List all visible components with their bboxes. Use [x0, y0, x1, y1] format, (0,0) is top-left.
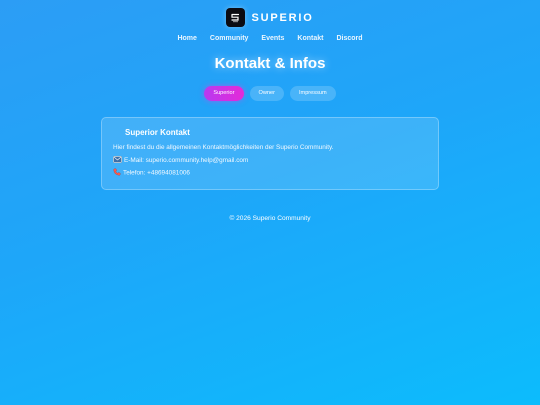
nav-home[interactable]: Home [177, 35, 196, 42]
phone-text[interactable]: Telefon: +48694081006 [123, 170, 190, 177]
nav-community[interactable]: Community [210, 35, 249, 42]
email-icon [113, 156, 122, 165]
superio-logo-icon[interactable] [226, 8, 246, 27]
nav-kontakt[interactable]: Kontakt [297, 35, 323, 42]
email-text[interactable]: E-Mail: superio.community.help@gmail.com [124, 157, 248, 164]
page-title: Kontakt & Infos [214, 55, 326, 72]
nav-events[interactable]: Events [261, 35, 284, 42]
email-row: E-Mail: superio.community.help@gmail.com [113, 156, 248, 165]
footer-copyright: © 2026 Superio Community [229, 215, 311, 222]
phone-icon [113, 168, 121, 178]
brand-name[interactable]: SUPERIO [251, 12, 313, 24]
tab-superior[interactable]: Superior [204, 86, 244, 101]
contact-tabs: Superior Owner Impressum [0, 86, 540, 101]
site-header: SUPERIO [0, 8, 540, 27]
phone-row: Telefon: +48694081006 [113, 168, 190, 178]
nav-discord[interactable]: Discord [336, 35, 362, 42]
contact-card: Superior Kontakt Hier findest du die all… [101, 117, 439, 190]
tab-impressum[interactable]: Impressum [289, 86, 336, 101]
tab-owner[interactable]: Owner [249, 86, 284, 101]
card-description: Hier findest du die allgemeinen Kontaktm… [113, 144, 334, 151]
card-title: Superior Kontakt [125, 128, 190, 137]
main-nav: Home Community Events Kontakt Discord [0, 35, 540, 42]
